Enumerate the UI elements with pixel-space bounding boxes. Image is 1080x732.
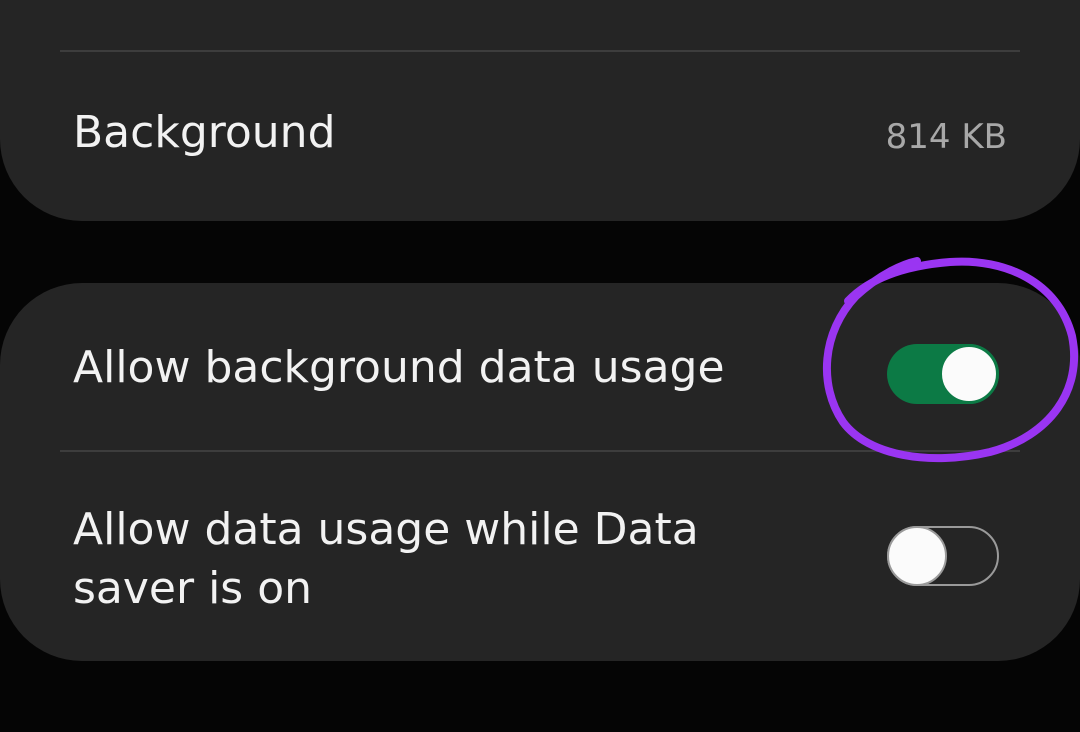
data-usage-settings-screen: Background 814 KB Allow background data … <box>0 0 1080 732</box>
toggle-knob <box>887 526 947 586</box>
top-divider <box>60 50 1020 52</box>
allow-background-data-label: Allow background data usage <box>73 342 725 393</box>
allow-data-saver-toggle[interactable] <box>887 526 999 586</box>
background-usage-label: Background <box>73 107 336 158</box>
allow-data-saver-label-line2: saver is on <box>73 563 313 614</box>
background-usage-row: Background 814 KB <box>0 103 1080 163</box>
allow-background-data-row[interactable]: Allow background data usage <box>0 338 1080 404</box>
allow-background-data-toggle[interactable] <box>887 344 999 404</box>
allow-data-saver-row[interactable]: Allow data usage while Data saver is on <box>0 500 1080 620</box>
toggle-knob <box>939 344 999 404</box>
background-usage-value: 814 KB <box>885 117 1007 157</box>
settings-divider <box>60 450 1020 452</box>
allow-data-saver-label-line1: Allow data usage while Data <box>73 504 699 555</box>
